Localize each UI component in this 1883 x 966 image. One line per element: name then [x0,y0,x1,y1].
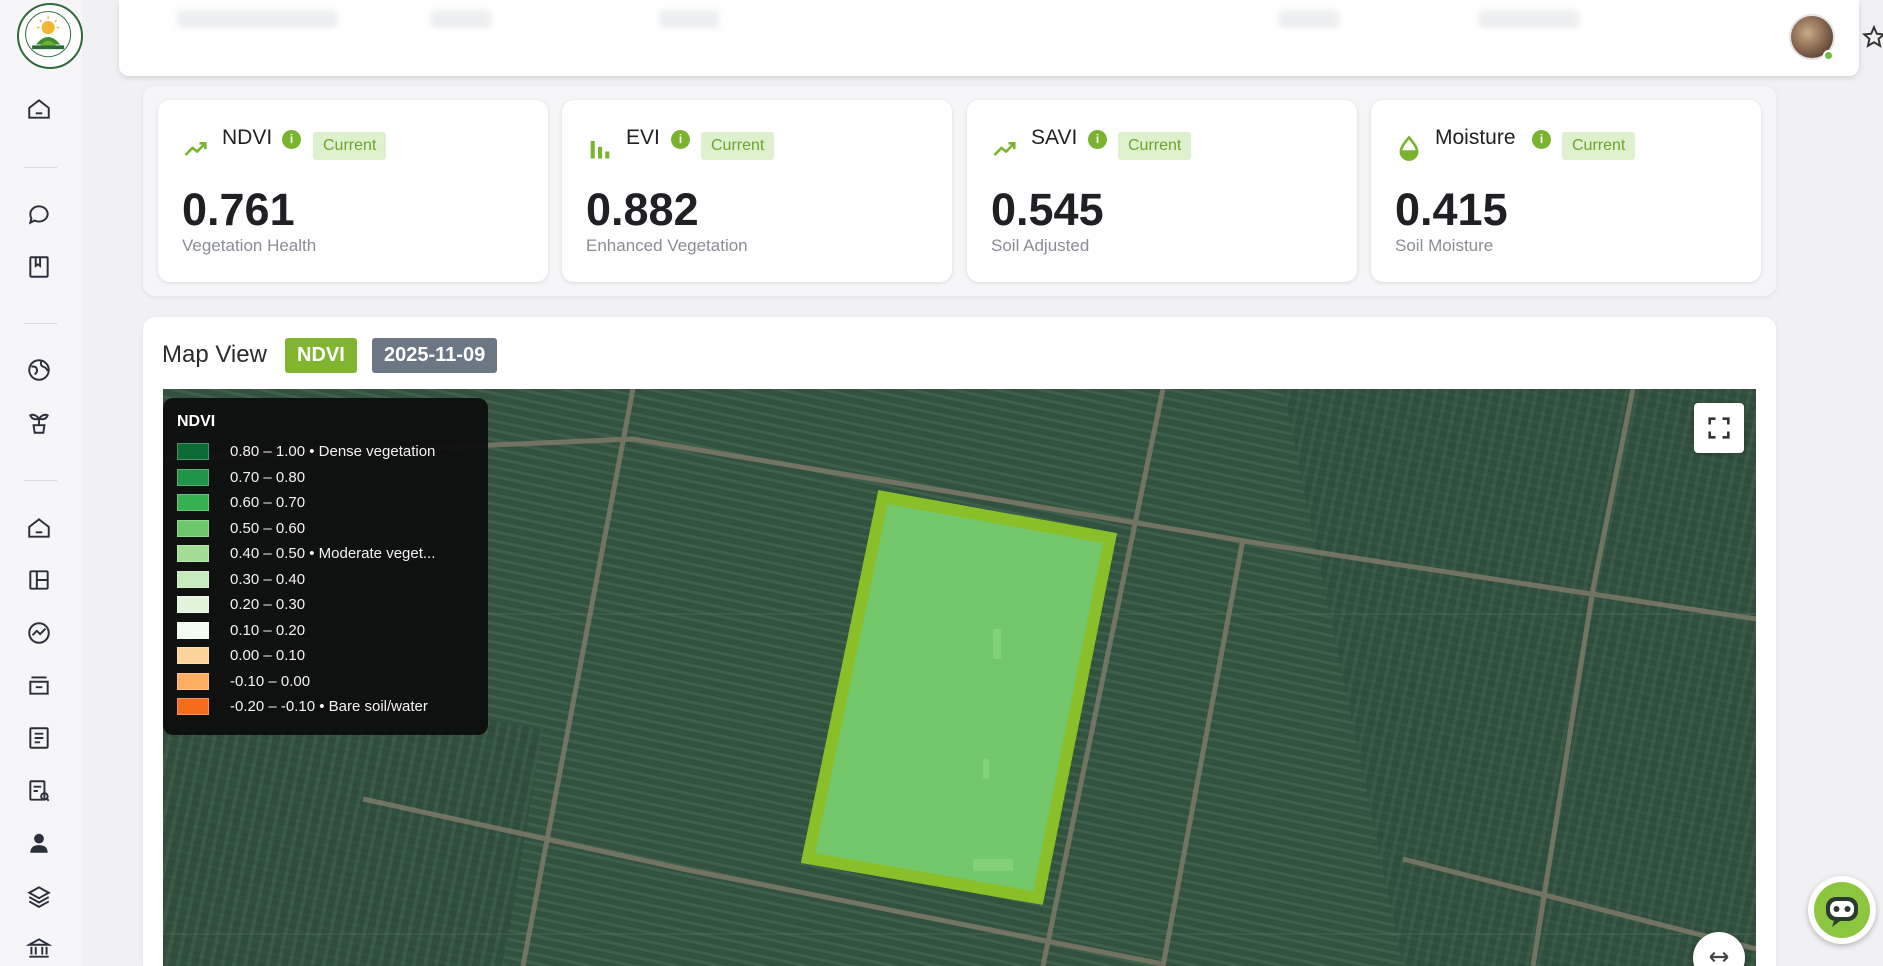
ndvi-legend: NDVI 0.80 – 1.00 • Dense vegetation 0.70… [163,398,488,735]
metric-title: Moisture [1435,126,1516,149]
metric-subtitle: Vegetation Health [182,236,317,255]
metric-card-ndvi: NDVI i Current 0.761 Vegetation Health [158,100,548,282]
water-drop-icon [1395,134,1423,162]
metric-card-moisture: Moisture i Current 0.415 Soil Moisture [1371,100,1761,282]
current-badge: Current [313,132,387,160]
legend-swatch [177,469,209,486]
layout-icon[interactable] [26,567,52,593]
sidebar-divider [24,323,57,324]
info-icon[interactable]: i [282,130,301,149]
list-icon[interactable] [26,725,52,751]
index-badge: NDVI [285,338,357,373]
blurred-filter [431,10,491,28]
legend-swatch [177,443,209,460]
fullscreen-icon [1708,417,1730,439]
legend-label: 0.30 – 0.40 [230,571,306,588]
metric-card-evi: EVI i Current 0.882 Enhanced Vegetation [562,100,952,282]
metric-title: EVI [626,126,660,149]
trend-up-icon [182,134,210,162]
trend-up-icon [991,134,1019,162]
report-icon[interactable] [26,778,52,804]
legend-label: 0.50 – 0.60 [230,520,306,537]
metric-value: 0.761 [182,184,295,235]
blurred-filter [659,10,719,28]
bank-icon[interactable] [26,935,52,961]
blurred-filter [177,10,337,28]
info-icon[interactable]: i [1532,130,1551,149]
legend-label: 0.10 – 0.20 [230,622,306,639]
date-badge: 2025-11-09 [372,338,498,373]
legend-swatch [177,673,209,690]
metric-value: 0.882 [586,184,699,235]
legend-swatch [177,596,209,613]
sidebar-divider [24,167,57,168]
legend-swatch [177,494,209,511]
expand-arrows-icon [1709,951,1729,963]
legend-label: 0.20 – 0.30 [230,596,306,613]
star-icon[interactable] [1861,24,1883,50]
metric-title: NDVI [222,126,273,149]
online-status-dot [1823,50,1834,61]
legend-swatch [177,622,209,639]
layers-icon[interactable] [26,883,52,909]
top-header-bar [119,0,1883,76]
legend-label: 0.70 – 0.80 [230,469,306,486]
blurred-filter [1479,10,1579,28]
user-icon[interactable] [26,830,52,856]
metric-card-savi: SAVI i Current 0.545 Soil Adjusted [967,100,1357,282]
robot-chat-icon [1814,882,1870,938]
legend-swatch [177,520,209,537]
home-outline-icon[interactable] [26,515,52,541]
chatbot-button[interactable] [1808,876,1876,944]
current-badge: Current [1118,132,1192,160]
fullscreen-button[interactable] [1694,403,1744,453]
chat-bubble-icon[interactable] [26,201,52,227]
info-icon[interactable]: i [1088,130,1107,149]
map-view-title: Map View [162,341,267,368]
metric-title: SAVI [1031,126,1078,149]
legend-label: 0.80 – 1.00 • Dense vegetation [230,443,436,460]
home-icon[interactable] [26,96,52,122]
archive-icon[interactable] [26,672,52,698]
book-icon[interactable] [26,254,52,280]
legend-swatch [177,545,209,562]
metric-value: 0.545 [991,184,1104,235]
legend-swatch [177,647,209,664]
legend-swatch [177,571,209,588]
metric-value: 0.415 [1395,184,1508,235]
metric-subtitle: Soil Moisture [1395,236,1494,255]
current-badge: Current [1562,132,1636,160]
legend-swatch [177,698,209,715]
globe-icon[interactable] [26,357,52,383]
legend-title: NDVI [177,413,216,430]
metric-subtitle: Soil Adjusted [991,236,1090,255]
analytics-icon[interactable] [26,620,52,646]
sidebar-divider [24,480,57,481]
legend-label: 0.40 – 0.50 • Moderate veget... [230,545,436,562]
info-icon[interactable]: i [671,130,690,149]
sidebar [0,0,83,966]
plant-icon[interactable] [26,410,52,436]
legend-label: 0.00 – 0.10 [230,647,306,664]
legend-label: 0.60 – 0.70 [230,494,306,511]
metric-subtitle: Enhanced Vegetation [586,236,748,255]
current-badge: Current [701,132,775,160]
legend-label: -0.20 – -0.10 • Bare soil/water [230,698,428,715]
bar-chart-icon [586,134,614,162]
nts-grow-logo[interactable] [17,3,83,69]
legend-label: -0.10 – 0.00 [230,673,311,690]
blurred-filter [1279,10,1339,28]
